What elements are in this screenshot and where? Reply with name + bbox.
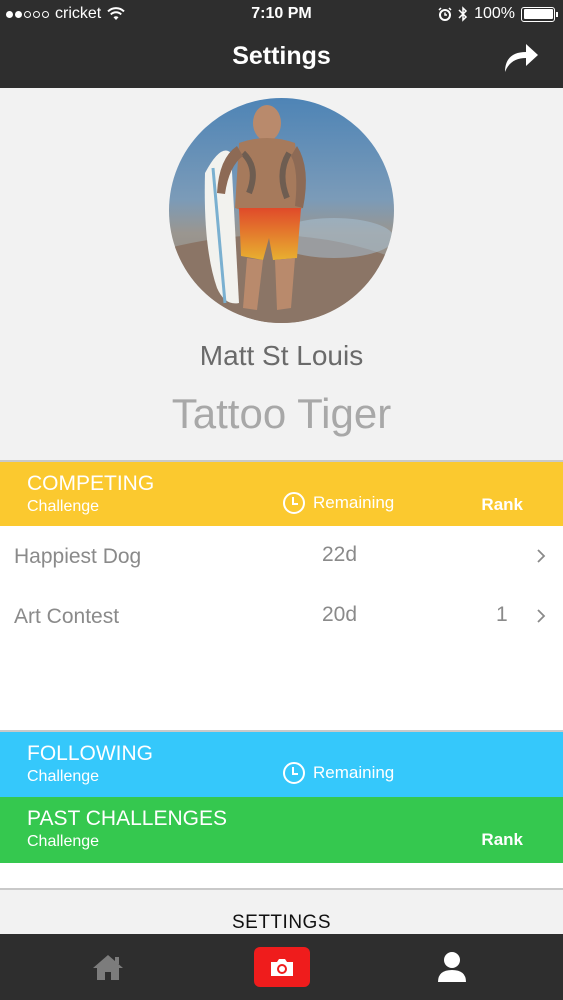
past-challenges-rank-label: Rank <box>481 830 523 849</box>
camera-icon <box>271 959 293 976</box>
following-remaining-label: Remaining <box>313 763 395 782</box>
battery-icon <box>521 6 558 22</box>
page-title: Settings <box>232 42 331 70</box>
clock-icon <box>283 762 305 784</box>
challenge-rank: 1 <box>496 603 508 626</box>
status-right: 100% <box>438 5 558 23</box>
profile-header: Matt St Louis Tattoo Tiger <box>0 88 563 460</box>
competing-list: Happiest Dog 22d Art Contest 20d 1 <box>0 526 563 730</box>
tab-camera[interactable] <box>252 934 312 1000</box>
share-icon[interactable] <box>501 40 541 74</box>
past-challenges-subtitle: Challenge <box>27 833 100 850</box>
section-spacer <box>0 863 563 890</box>
chevron-right-icon <box>537 549 546 563</box>
competing-subtitle: Challenge <box>27 498 100 515</box>
list-item[interactable]: Art Contest 20d 1 <box>0 586 563 646</box>
profile-name: Matt St Louis <box>199 340 364 371</box>
battery-percent: 100% <box>474 5 515 22</box>
avatar-photo <box>169 98 394 323</box>
competing-remaining: Remaining <box>283 492 394 514</box>
tab-bar <box>0 934 563 1000</box>
competing-title: COMPETING <box>27 472 155 495</box>
past-challenges-section-header[interactable]: PAST CHALLENGES Challenge Rank <box>0 797 563 863</box>
competing-remaining-label: Remaining <box>313 493 395 512</box>
tab-profile[interactable] <box>422 934 482 1000</box>
following-section-header[interactable]: FOLLOWING Challenge Remaining <box>0 730 563 797</box>
battery-fill <box>523 9 553 19</box>
alarm-icon <box>438 7 452 21</box>
settings-section-title[interactable]: SETTINGS <box>0 890 563 934</box>
challenge-name: Art Contest <box>14 605 120 628</box>
list-item[interactable]: Happiest Dog 22d <box>0 526 563 586</box>
status-bar: cricket 7:10 PM 100% <box>0 0 563 30</box>
tab-home[interactable] <box>78 934 138 1000</box>
competing-section-header: COMPETING Challenge Remaining Rank <box>0 460 563 526</box>
bluetooth-icon <box>458 6 468 22</box>
challenge-days-remaining: 22d <box>322 543 358 566</box>
challenge-name: Happiest Dog <box>14 545 142 568</box>
profile-nickname: Tattoo Tiger <box>171 390 392 437</box>
home-icon <box>93 955 123 980</box>
nav-bar: Settings <box>0 30 563 88</box>
following-remaining: Remaining <box>283 762 394 784</box>
challenge-days-remaining: 20d <box>322 603 358 626</box>
user-icon <box>438 952 466 982</box>
camera-button[interactable] <box>254 947 310 987</box>
competing-rank-label: Rank <box>481 495 523 514</box>
clock-icon <box>283 492 305 514</box>
following-title: FOLLOWING <box>27 742 154 765</box>
avatar[interactable] <box>169 98 394 323</box>
past-challenges-title: PAST CHALLENGES <box>27 807 227 830</box>
following-subtitle: Challenge <box>27 768 100 785</box>
chevron-right-icon <box>537 609 546 623</box>
